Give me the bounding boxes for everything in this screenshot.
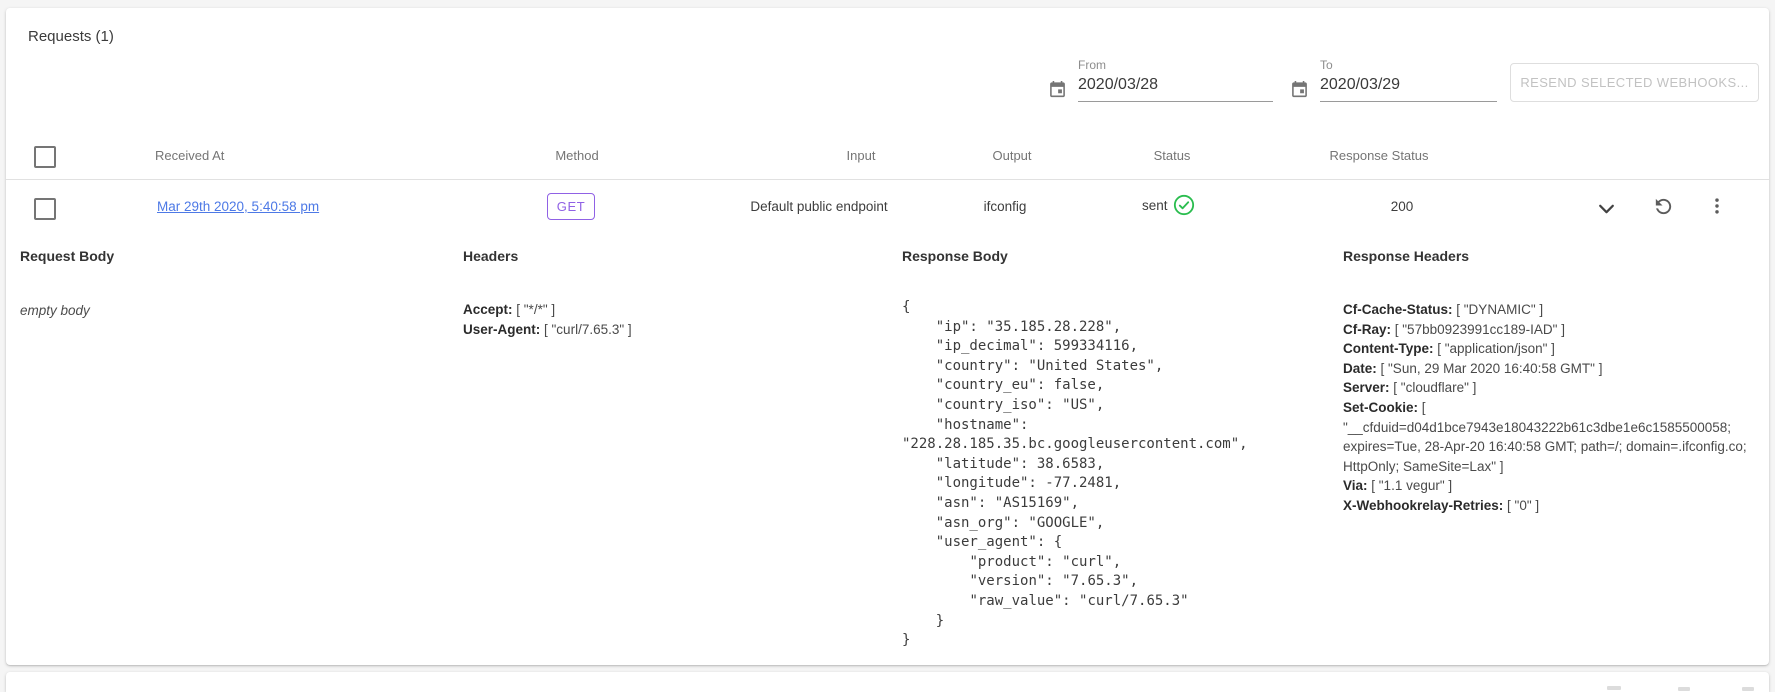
header-name: Server:: [1343, 380, 1390, 395]
header-name: User-Agent:: [463, 322, 540, 337]
output-cell: ifconfig: [984, 199, 1027, 214]
header-value: [ "cloudflare" ]: [1390, 380, 1477, 395]
response-body-json: { "ip": "35.185.28.228", "ip_decimal": 5…: [902, 298, 1284, 651]
header-value: [ "curl/7.65.3" ]: [540, 322, 631, 337]
input-cell: Default public endpoint: [750, 199, 887, 214]
column-input: Input: [847, 148, 876, 163]
column-response-status: Response Status: [1329, 148, 1428, 163]
column-output: Output: [992, 148, 1031, 163]
pagination-card-cut: [6, 672, 1769, 692]
from-label: From: [1078, 58, 1106, 72]
header-entry: User-Agent: [ "curl/7.65.3" ]: [463, 320, 883, 340]
resend-selected-webhooks-button[interactable]: RESEND SELECTED WEBHOOKS...: [1510, 63, 1759, 102]
header-entry: Via: [ "1.1 vegur" ]: [1343, 476, 1767, 496]
pagination-fragment: [1678, 687, 1690, 691]
collapse-row-button[interactable]: [1598, 204, 1615, 215]
request-body-title: Request Body: [20, 248, 114, 264]
header-entry: Cf-Cache-Status: [ "DYNAMIC" ]: [1343, 300, 1767, 320]
status-cell: sent: [1142, 194, 1195, 216]
header-value: [ "57bb0923991cc189-IAD" ]: [1391, 322, 1565, 337]
header-entry: Accept: [ "*/*" ]: [463, 300, 883, 320]
header-value: [ "Sun, 29 Mar 2020 16:40:58 GMT" ]: [1377, 361, 1603, 376]
header-value: [ "DYNAMIC" ]: [1453, 302, 1544, 317]
pagination-fragment: [1607, 686, 1621, 690]
header-name: Set-Cookie:: [1343, 400, 1418, 415]
header-value: [ "application/json" ]: [1434, 341, 1555, 356]
header-name: Cf-Ray:: [1343, 322, 1391, 337]
retry-icon: [1652, 206, 1675, 221]
calendar-icon[interactable]: [1048, 80, 1067, 104]
header-entry: Content-Type: [ "application/json" ]: [1343, 339, 1767, 359]
header-name: Accept:: [463, 302, 513, 317]
request-headers-list: Accept: [ "*/*" ] User-Agent: [ "curl/7.…: [463, 300, 883, 339]
header-name: Cf-Cache-Status:: [1343, 302, 1453, 317]
column-status: Status: [1154, 148, 1191, 163]
header-entry: Cf-Ray: [ "57bb0923991cc189-IAD" ]: [1343, 320, 1767, 340]
response-headers-title: Response Headers: [1343, 248, 1469, 264]
to-date-input[interactable]: 2020/03/29: [1320, 76, 1400, 94]
row-checkbox[interactable]: [34, 198, 56, 220]
header-name: Via:: [1343, 478, 1368, 493]
response-body-title: Response Body: [902, 248, 1008, 264]
header-name: X-Webhookrelay-Retries:: [1343, 498, 1503, 513]
to-label: To: [1320, 58, 1333, 72]
requests-card: Requests (1) From 2020/03/28 To 2020/03/…: [6, 8, 1769, 665]
header-entry: Date: [ "Sun, 29 Mar 2020 16:40:58 GMT" …: [1343, 359, 1767, 379]
response-status-cell: 200: [1391, 199, 1414, 214]
pagination-fragment: [1742, 687, 1754, 691]
header-entry: X-Webhookrelay-Retries: [ "0" ]: [1343, 496, 1767, 516]
status-text: sent: [1142, 198, 1168, 213]
header-name: Date:: [1343, 361, 1377, 376]
to-underline: [1320, 101, 1497, 102]
header-value: [ "0" ]: [1503, 498, 1539, 513]
page-title: Requests (1): [28, 28, 114, 45]
header-value: [ "1.1 vegur" ]: [1368, 478, 1453, 493]
response-headers-list: Cf-Cache-Status: [ "DYNAMIC" ] Cf-Ray: […: [1343, 300, 1767, 516]
status-ok-icon: [1173, 194, 1195, 216]
select-all-checkbox[interactable]: [34, 146, 56, 168]
column-received-at: Received At: [155, 148, 224, 163]
from-underline: [1078, 101, 1273, 102]
calendar-icon[interactable]: [1290, 80, 1309, 104]
row-menu-button[interactable]: [1706, 195, 1728, 217]
from-date-input[interactable]: 2020/03/28: [1078, 76, 1158, 94]
header-entry: Set-Cookie: [ "__cfduid=d04d1bce7943e180…: [1343, 398, 1767, 476]
resend-webhook-button[interactable]: [1652, 195, 1675, 218]
request-headers-title: Headers: [463, 248, 518, 264]
request-body-content: empty body: [20, 301, 90, 321]
header-name: Content-Type:: [1343, 341, 1434, 356]
chevron-down-icon: [1598, 203, 1615, 218]
header-value: [ "*/*" ]: [513, 302, 556, 317]
column-method: Method: [555, 148, 598, 163]
kebab-menu-icon: [1706, 205, 1728, 220]
method-badge: GET: [547, 193, 595, 220]
header-divider: [6, 179, 1769, 180]
header-entry: Server: [ "cloudflare" ]: [1343, 378, 1767, 398]
received-at-link[interactable]: Mar 29th 2020, 5:40:58 pm: [157, 199, 319, 214]
